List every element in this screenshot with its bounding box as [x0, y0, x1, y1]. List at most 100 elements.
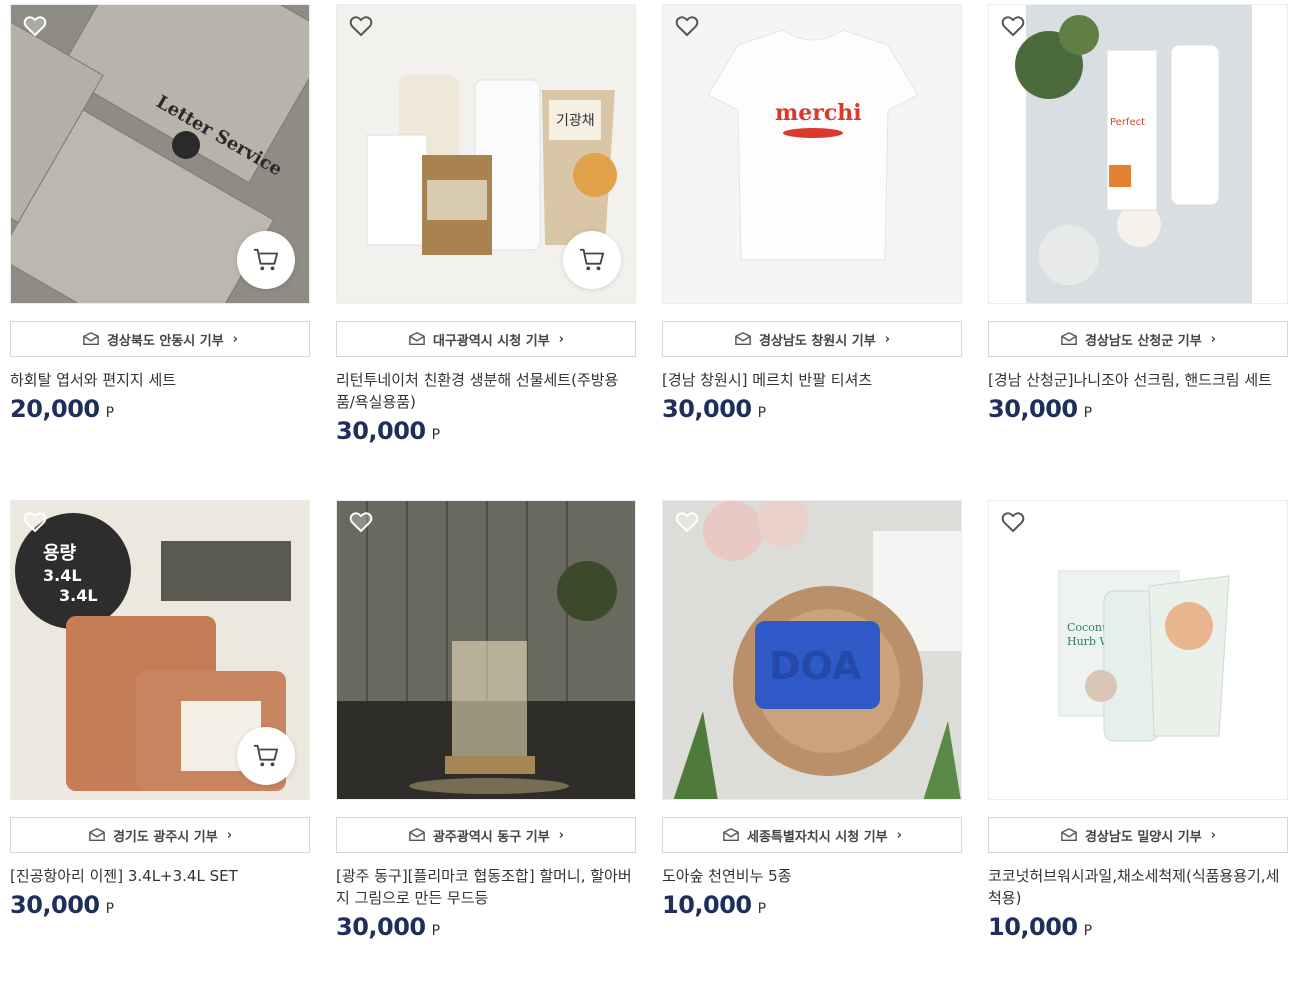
price-unit: P: [757, 405, 767, 421]
cart-button[interactable]: [237, 727, 295, 785]
product-title[interactable]: 리턴투네이처 친환경 생분해 선물세트(주방용품/욕실용품): [336, 369, 636, 413]
price-unit: P: [1083, 405, 1093, 421]
product-title[interactable]: 도아숲 천연비누 5종: [662, 865, 962, 887]
price-row: 30,000 P: [10, 891, 310, 919]
heart-icon[interactable]: [23, 15, 49, 39]
product-image[interactable]: [336, 500, 636, 800]
price-row: 10,000 P: [662, 891, 962, 919]
chevron-right-icon: ›: [558, 331, 565, 347]
cart-button[interactable]: [563, 231, 621, 289]
product-card[interactable]: Coconut Hurb Wash 경상남도 밀양시 기부 › 코코넛허브워시과…: [988, 500, 1288, 996]
product-title[interactable]: [광주 동구][플리마코 협동조합] 할머니, 할아버지 그림으로 만든 무드등: [336, 865, 636, 909]
gift-box-icon: [1061, 331, 1077, 346]
product-image[interactable]: merchi: [662, 4, 962, 304]
gift-box-icon: [409, 331, 425, 346]
svg-text:merchi: merchi: [775, 100, 862, 126]
cart-button[interactable]: [237, 231, 295, 289]
product-card[interactable]: 기광채 대구광역시 시청 기부 › 리턴투네이처 친환경 생분해 선물세트(주방…: [336, 4, 636, 500]
product-price: 30,000: [336, 417, 426, 445]
price-unit: P: [1083, 923, 1093, 939]
price-row: 30,000 P: [336, 417, 636, 445]
gift-box-icon: [409, 827, 425, 842]
product-image[interactable]: Coconut Hurb Wash: [988, 500, 1288, 800]
region-donation-button[interactable]: 경상북도 안동시 기부 ›: [10, 321, 310, 357]
gift-box-icon: [735, 331, 751, 346]
product-image[interactable]: 기광채: [336, 4, 636, 304]
product-price: 30,000: [988, 395, 1078, 423]
heart-icon[interactable]: [349, 15, 375, 39]
product-price: 30,000: [336, 913, 426, 941]
chevron-right-icon: ›: [232, 331, 239, 347]
svg-text:기광채: 기광채: [556, 113, 595, 129]
region-label: 경기도 광주시 기부: [112, 829, 218, 845]
gift-box-icon: [83, 331, 99, 346]
product-photo: merchi: [663, 5, 961, 303]
chevron-right-icon: ›: [558, 827, 565, 843]
product-title[interactable]: 코코넛허브워시과일,채소세척제(식품용용기,세척용): [988, 865, 1288, 909]
heart-icon[interactable]: [675, 15, 701, 39]
price-row: 10,000 P: [988, 913, 1288, 941]
heart-icon[interactable]: [23, 511, 49, 535]
price-row: 30,000 P: [662, 395, 962, 423]
heart-icon[interactable]: [349, 511, 375, 535]
product-photo: Perfect: [989, 5, 1287, 303]
product-photo: DOA: [663, 501, 961, 799]
product-title[interactable]: [경남 산청군]나니조아 선크림, 핸드크림 세트: [988, 369, 1288, 391]
gift-box-icon: [723, 827, 739, 842]
product-card[interactable]: Perfect 경상남도 산청군 기부 › [경남 산청군]나니조아 선크림, …: [988, 4, 1288, 500]
product-card[interactable]: Letter Service 경상북도 안동시 기부 › 하회탈 엽서와 편지지…: [10, 4, 310, 500]
region-donation-button[interactable]: 광주광역시 동구 기부 ›: [336, 817, 636, 853]
chevron-right-icon: ›: [896, 827, 902, 843]
region-label: 경상북도 안동시 기부: [106, 333, 224, 349]
product-card[interactable]: 용량 3.4L 3.4L 경기도 광주시 기부 › [진공항아리 이젠] 3.4…: [10, 500, 310, 996]
region-donation-button[interactable]: 경상남도 산청군 기부 ›: [988, 321, 1288, 357]
product-card[interactable]: 광주광역시 동구 기부 › [광주 동구][플리마코 협동조합] 할머니, 할아…: [336, 500, 636, 996]
region-donation-button[interactable]: 경상남도 밀양시 기부 ›: [988, 817, 1288, 853]
product-image[interactable]: DOA: [662, 500, 962, 800]
region-donation-button[interactable]: 경기도 광주시 기부 ›: [10, 817, 310, 853]
product-card[interactable]: merchi 경상남도 창원시 기부 › [경남 창원시] 메르치 반팔 티셔츠…: [662, 4, 962, 500]
svg-text:Perfect: Perfect: [1110, 117, 1145, 128]
region-label: 세종특별자치시 시청 기부: [747, 829, 888, 845]
product-price: 30,000: [662, 395, 752, 423]
product-card[interactable]: DOA 세종특별자치시 시청 기부 › 도아숲 천연비누 5종 10,000 P: [662, 500, 962, 996]
price-row: 30,000 P: [988, 395, 1288, 423]
price-unit: P: [431, 427, 441, 443]
price-unit: P: [105, 901, 115, 917]
cart-icon: [579, 248, 605, 271]
region-label: 경상남도 밀양시 기부: [1084, 829, 1202, 845]
price-unit: P: [757, 901, 767, 917]
region-donation-button[interactable]: 경상남도 창원시 기부 ›: [662, 321, 962, 357]
svg-text:3.4L: 3.4L: [59, 586, 98, 605]
chevron-right-icon: ›: [1210, 331, 1217, 347]
product-price: 10,000: [988, 913, 1078, 941]
price-unit: P: [431, 923, 441, 939]
region-donation-button[interactable]: 대구광역시 시청 기부 ›: [336, 321, 636, 357]
chevron-right-icon: ›: [884, 331, 891, 347]
gift-box-icon: [1061, 827, 1077, 842]
region-label: 경상남도 산청군 기부: [1084, 333, 1202, 349]
heart-icon[interactable]: [1001, 511, 1027, 535]
price-unit: P: [105, 405, 115, 421]
cart-icon: [253, 744, 279, 767]
region-label: 경상남도 창원시 기부: [758, 333, 876, 349]
region-donation-button[interactable]: 세종특별자치시 시청 기부 ›: [662, 817, 962, 853]
price-row: 20,000 P: [10, 395, 310, 423]
product-price: 20,000: [10, 395, 100, 423]
chevron-right-icon: ›: [226, 827, 233, 843]
product-grid: Letter Service 경상북도 안동시 기부 › 하회탈 엽서와 편지지…: [10, 4, 1288, 996]
product-title[interactable]: 하회탈 엽서와 편지지 세트: [10, 369, 310, 391]
product-title[interactable]: [진공항아리 이젠] 3.4L+3.4L SET: [10, 865, 310, 887]
product-image[interactable]: Letter Service: [10, 4, 310, 304]
svg-text:용량: 용량: [43, 543, 77, 564]
product-image[interactable]: Perfect: [988, 4, 1288, 304]
heart-icon[interactable]: [675, 511, 701, 535]
product-price: 30,000: [10, 891, 100, 919]
heart-icon[interactable]: [1001, 15, 1027, 39]
product-title[interactable]: [경남 창원시] 메르치 반팔 티셔츠: [662, 369, 962, 391]
svg-text:3.4L: 3.4L: [43, 566, 82, 585]
svg-text:DOA: DOA: [769, 644, 862, 688]
region-label: 대구광역시 시청 기부: [432, 333, 550, 349]
product-image[interactable]: 용량 3.4L 3.4L: [10, 500, 310, 800]
product-photo: Coconut Hurb Wash: [989, 501, 1287, 799]
